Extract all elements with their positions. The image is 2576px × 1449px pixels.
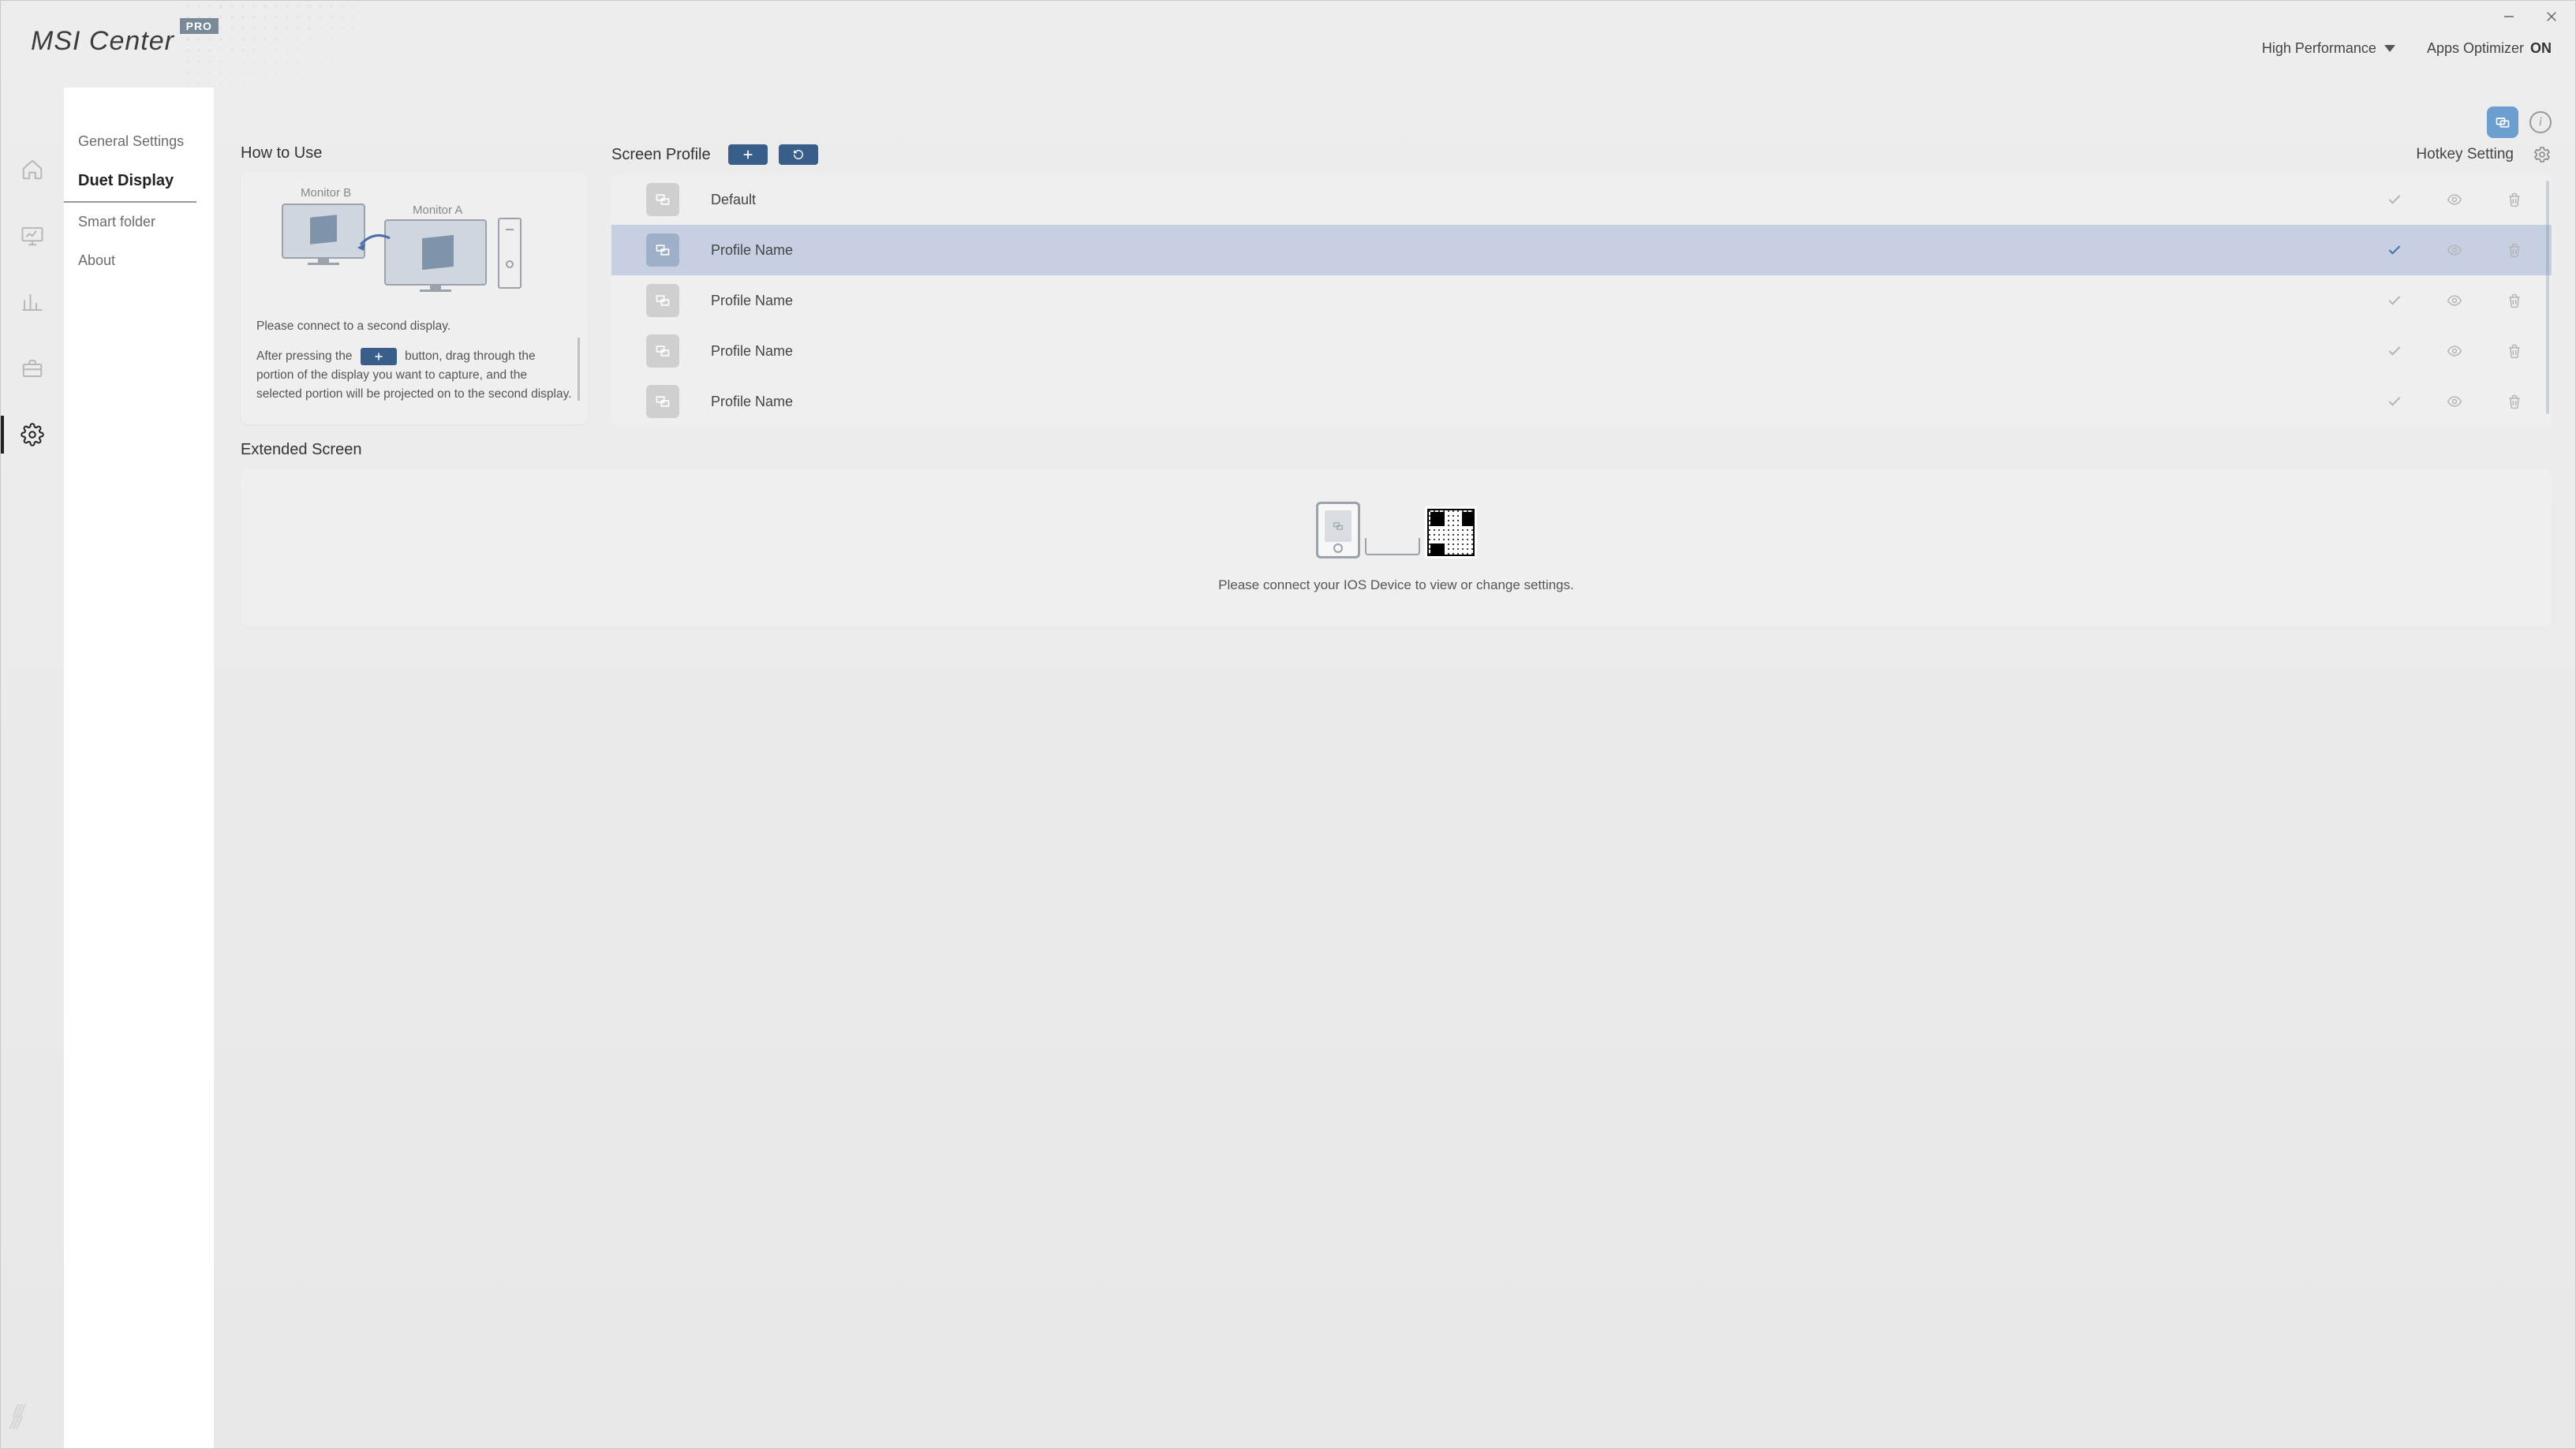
monitor-a-graphic	[384, 219, 487, 286]
preview-profile-button[interactable]	[2444, 192, 2465, 207]
info-icon[interactable]: i	[2529, 111, 2552, 133]
delete-profile-button[interactable]	[2504, 343, 2525, 359]
hotkey-setting-label: Hotkey Setting	[2416, 146, 2514, 163]
profile-list: Default Profile Name	[611, 174, 2552, 427]
profile-name: Profile Name	[701, 242, 2362, 259]
profile-name: Profile Name	[701, 394, 2362, 410]
chevron-down-icon	[2384, 45, 2395, 52]
rail-home[interactable]	[18, 155, 47, 184]
refresh-profiles-button[interactable]	[779, 144, 818, 165]
performance-mode-label: High Performance	[2262, 40, 2376, 57]
monitor-diagram: Monitor B Monitor A	[256, 186, 572, 304]
tablet-icon	[1316, 502, 1360, 558]
rail-settings[interactable]	[18, 420, 47, 449]
profile-row[interactable]: Profile Name	[611, 326, 2552, 376]
sidebar-item-about[interactable]: About	[64, 241, 196, 280]
apply-profile-button[interactable]	[2384, 192, 2405, 207]
rail-monitor[interactable]	[18, 222, 47, 250]
apply-profile-button[interactable]	[2384, 242, 2405, 258]
minimize-button[interactable]	[2498, 6, 2520, 28]
profile-name: Default	[701, 192, 2362, 208]
app-logo: MSI Center PRO	[31, 26, 174, 57]
content-area: i How to Use Monitor B Monitor A	[214, 88, 2575, 1448]
profile-icon	[646, 334, 679, 368]
monitor-a-label: Monitor A	[413, 204, 462, 217]
monitor-b-graphic	[282, 204, 365, 259]
profile-row[interactable]: Default	[611, 174, 2552, 225]
cable-icon	[1365, 538, 1420, 555]
profile-row[interactable]: Profile Name	[611, 275, 2552, 326]
howto-scrollbar[interactable]	[578, 338, 580, 401]
howto-card: Monitor B Monitor A Please connect to a …	[241, 172, 588, 424]
nav-rail: //////	[1, 88, 64, 1448]
titlebar	[1, 1, 2575, 44]
delete-profile-button[interactable]	[2504, 242, 2525, 258]
howto-title: How to Use	[241, 144, 588, 162]
apps-optimizer-label: Apps Optimizer	[2427, 40, 2524, 57]
apply-profile-button[interactable]	[2384, 293, 2405, 308]
sidebar-item-smart-folder[interactable]: Smart folder	[64, 203, 196, 241]
profile-row[interactable]: Profile Name	[611, 225, 2552, 275]
apply-profile-button[interactable]	[2384, 394, 2405, 409]
extended-message: Please connect your IOS Device to view o…	[1218, 577, 1574, 593]
extended-title: Extended Screen	[241, 441, 2552, 459]
pro-badge: PRO	[180, 18, 219, 34]
profile-name: Profile Name	[701, 293, 2362, 309]
preview-profile-button[interactable]	[2444, 242, 2465, 258]
profiles-title: Screen Profile	[611, 146, 711, 164]
rail-toolbox[interactable]	[18, 354, 47, 383]
sidebar: General Settings Duet Display Smart fold…	[64, 88, 214, 1448]
sidebar-item-duet-display[interactable]: Duet Display	[64, 161, 196, 203]
howto-line1: Please connect to a second display.	[256, 317, 572, 336]
profile-name: Profile Name	[701, 343, 2362, 360]
monitor-b-label: Monitor B	[301, 186, 351, 200]
preview-profile-button[interactable]	[2444, 343, 2465, 359]
arrow-icon	[354, 230, 394, 262]
apply-profile-button[interactable]	[2384, 343, 2405, 359]
delete-profile-button[interactable]	[2504, 192, 2525, 207]
profile-icon	[646, 183, 679, 216]
duet-display-app-icon[interactable]	[2487, 106, 2518, 138]
profiles-section: Screen Profile Hotkey Setting	[611, 144, 2552, 427]
inline-plus-icon	[361, 348, 397, 365]
msi-brand-icon: //////	[9, 1405, 53, 1429]
profile-icon	[646, 284, 679, 317]
preview-profile-button[interactable]	[2444, 293, 2465, 308]
apps-optimizer-toggle[interactable]: Apps Optimizer ON	[2427, 40, 2552, 57]
hotkey-settings-button[interactable]	[2533, 145, 2552, 164]
app-title: MSI Center	[31, 26, 174, 56]
extended-graphic	[1316, 502, 1477, 558]
app-window: MSI Center PRO High Performance Apps Opt…	[0, 0, 2576, 1449]
extended-screen-section: Extended Screen Please connect your IOS …	[241, 441, 2552, 626]
extended-card: Please connect your IOS Device to view o…	[241, 469, 2552, 626]
rail-stats[interactable]	[18, 288, 47, 316]
qr-code[interactable]	[1425, 506, 1477, 558]
add-profile-button[interactable]	[728, 144, 768, 165]
sidebar-item-general-settings[interactable]: General Settings	[64, 122, 196, 161]
performance-mode-dropdown[interactable]: High Performance	[2262, 40, 2395, 57]
apps-optimizer-state: ON	[2530, 40, 2552, 57]
profile-icon	[646, 385, 679, 418]
close-button[interactable]	[2540, 6, 2563, 28]
profile-row[interactable]: Profile Name	[611, 376, 2552, 427]
howto-line2: After pressing the button, drag through …	[256, 347, 572, 404]
howto-section: How to Use Monitor B Monitor A Please co…	[241, 144, 588, 427]
delete-profile-button[interactable]	[2504, 293, 2525, 308]
preview-profile-button[interactable]	[2444, 394, 2465, 409]
pc-tower-graphic	[498, 218, 522, 289]
delete-profile-button[interactable]	[2504, 394, 2525, 409]
profile-icon	[646, 233, 679, 267]
